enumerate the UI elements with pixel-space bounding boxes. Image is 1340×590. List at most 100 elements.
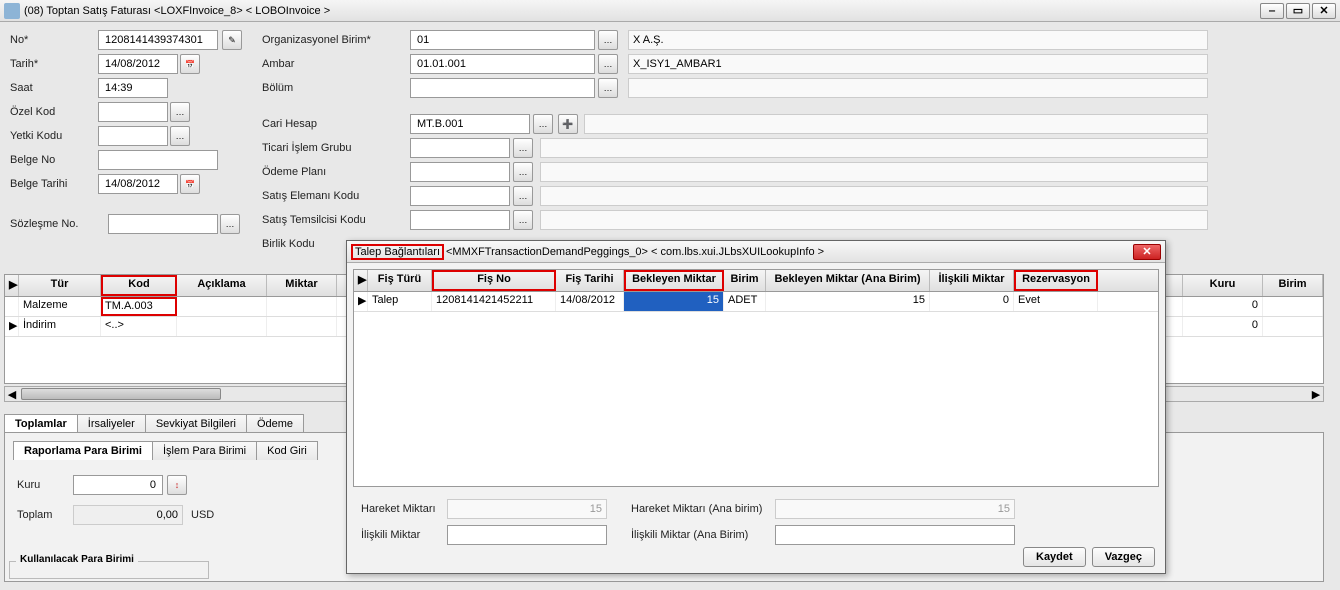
ozelkod-lookup-icon[interactable]: …: [170, 102, 190, 122]
dialog-title-prefix: Talep Bağlantıları: [351, 244, 444, 260]
col-birim[interactable]: Birim: [1263, 275, 1323, 296]
col-tur[interactable]: Tür: [19, 275, 101, 296]
orgbirim-display: X A.Ş.: [628, 30, 1208, 50]
carihesap-lookup-icon[interactable]: …: [533, 114, 553, 134]
birlikkodu-label: Birlik Kodu: [262, 238, 315, 250]
carihesap-input[interactable]: [410, 114, 530, 134]
bolum-lookup-icon[interactable]: …: [598, 78, 618, 98]
close-button[interactable]: ✕: [1312, 3, 1336, 19]
sozlesmeno-lookup-icon[interactable]: …: [220, 214, 240, 234]
belgeno-input[interactable]: [98, 150, 218, 170]
kuru-label: Kuru: [17, 479, 40, 491]
satiseleman-input[interactable]: [410, 186, 510, 206]
subtab-raporlama[interactable]: Raporlama Para Birimi: [13, 441, 153, 460]
ambar-input[interactable]: [410, 54, 595, 74]
dcol-birim[interactable]: Birim: [724, 270, 766, 291]
dcol-bekleyenana[interactable]: Bekleyen Miktar (Ana Birim): [766, 270, 930, 291]
dialog-titlebar: Talep Bağlantıları <MMXFTransactionDeman…: [347, 241, 1165, 263]
vazgec-button[interactable]: Vazgeç: [1092, 547, 1155, 567]
yetkikodu-lookup-icon[interactable]: …: [170, 126, 190, 146]
minimize-button[interactable]: ‒: [1260, 3, 1284, 19]
ticariisl-input[interactable]: [410, 138, 510, 158]
carihesap-new-icon[interactable]: ➕: [558, 114, 578, 134]
hareketmiktar-label: Hareket Miktarı: [361, 503, 436, 515]
bolum-label: Bölüm: [262, 82, 293, 94]
satistemsilci-input[interactable]: [410, 210, 510, 230]
orgbirim-input[interactable]: [410, 30, 595, 50]
tab-toplamlar[interactable]: Toplamlar: [4, 414, 78, 433]
belgetarihi-input[interactable]: [98, 174, 178, 194]
toplam-label: Toplam: [17, 509, 52, 521]
saat-label: Saat: [10, 82, 33, 94]
orgbirim-lookup-icon[interactable]: …: [598, 30, 618, 50]
iliskilimiktarana-input[interactable]: [775, 525, 1015, 545]
sozlesmeno-label: Sözleşme No.: [10, 218, 78, 230]
iliskilimiktarana-label: İlişkili Miktar (Ana Birim): [631, 529, 748, 541]
dcol-fistarihi[interactable]: Fiş Tarihi: [556, 270, 624, 291]
dialog-title-rest: <MMXFTransactionDemandPeggings_0> < com.…: [446, 246, 824, 258]
ozelkod-label: Özel Kod: [10, 106, 55, 118]
app-icon: [4, 3, 20, 19]
satistemsilci-lookup-icon[interactable]: …: [513, 210, 533, 230]
col-kuru[interactable]: Kuru: [1183, 275, 1263, 296]
odemeplani-input[interactable]: [410, 162, 510, 182]
kuru-input[interactable]: [73, 475, 163, 495]
bolum-display: [628, 78, 1208, 98]
dcol-iliskili[interactable]: İlişkili Miktar: [930, 270, 1014, 291]
orgbirim-label: Organizasyonel Birim*: [262, 34, 371, 46]
subtab-kodgiri[interactable]: Kod Giri: [256, 441, 318, 460]
odemeplani-lookup-icon[interactable]: …: [513, 162, 533, 182]
satiseleman-label: Satış Elemanı Kodu: [262, 190, 359, 202]
subtab-islem[interactable]: İşlem Para Birimi: [152, 441, 257, 460]
dcol-rezervasyon[interactable]: Rezervasyon: [1014, 270, 1098, 291]
iliskilimiktar-input[interactable]: [447, 525, 607, 545]
satiseleman-display: [540, 186, 1208, 206]
carihesap-label: Cari Hesap: [262, 118, 317, 130]
tab-odeme[interactable]: Ödeme: [246, 414, 304, 433]
ozelkod-input[interactable]: [98, 102, 168, 122]
hareketmiktar-value: 15: [447, 499, 607, 519]
satistemsilci-display: [540, 210, 1208, 230]
bolum-input[interactable]: [410, 78, 595, 98]
yetkikodu-label: Yetki Kodu: [10, 130, 62, 142]
dcol-bekleyen[interactable]: Bekleyen Miktar: [624, 270, 724, 291]
tab-sevkiyat[interactable]: Sevkiyat Bilgileri: [145, 414, 247, 433]
hareketmiktarana-label: Hareket Miktarı (Ana birim): [631, 503, 762, 515]
dialog-grid[interactable]: ▶ Fiş Türü Fiş No Fiş Tarihi Bekleyen Mi…: [353, 269, 1159, 487]
belgeno-label: Belge No: [10, 154, 55, 166]
window-titlebar: (08) Toptan Satış Faturası <LOXFInvoice_…: [0, 0, 1340, 22]
table-row[interactable]: ▶ Talep 1208141421452211 14/08/2012 15 A…: [354, 292, 1158, 312]
iliskilimiktar-label: İlişkili Miktar: [361, 529, 420, 541]
satiseleman-lookup-icon[interactable]: …: [513, 186, 533, 206]
col-miktar[interactable]: Miktar: [267, 275, 337, 296]
hareketmiktarana-value: 15: [775, 499, 1015, 519]
tarih-input[interactable]: [98, 54, 178, 74]
tab-irsaliyeler[interactable]: İrsaliyeler: [77, 414, 146, 433]
col-kod[interactable]: Kod: [101, 275, 177, 296]
no-new-icon[interactable]: ✎: [222, 30, 242, 50]
no-input[interactable]: [98, 30, 218, 50]
col-aciklama[interactable]: Açıklama: [177, 275, 267, 296]
odemeplani-display: [540, 162, 1208, 182]
ambar-lookup-icon[interactable]: …: [598, 54, 618, 74]
satistemsilci-label: Satış Temsilcisi Kodu: [262, 214, 366, 226]
tarih-date-icon[interactable]: 📅: [180, 54, 200, 74]
bottom-tabs: Toplamlar İrsaliyeler Sevkiyat Bilgileri…: [4, 414, 303, 433]
lookup-dialog: Talep Bağlantıları <MMXFTransactionDeman…: [346, 240, 1166, 574]
ticariisl-lookup-icon[interactable]: …: [513, 138, 533, 158]
belgetarihi-date-icon[interactable]: 📅: [180, 174, 200, 194]
dialog-close-button[interactable]: ✕: [1133, 244, 1161, 260]
sozlesmeno-input[interactable]: [108, 214, 218, 234]
dcol-fisturu[interactable]: Fiş Türü: [368, 270, 432, 291]
ambar-display: X_ISY1_AMBAR1: [628, 54, 1208, 74]
belgetarihi-label: Belge Tarihi: [10, 178, 67, 190]
kuru-rate-icon[interactable]: ↕: [167, 475, 187, 495]
dcol-fisno[interactable]: Fiş No: [432, 270, 556, 291]
saat-input[interactable]: [98, 78, 168, 98]
ticariisl-label: Ticari İşlem Grubu: [262, 142, 351, 154]
yetkikodu-input[interactable]: [98, 126, 168, 146]
window-title: (08) Toptan Satış Faturası <LOXFInvoice_…: [24, 5, 1258, 17]
kaydet-button[interactable]: Kaydet: [1023, 547, 1086, 567]
no-label: No*: [10, 34, 28, 46]
restore-button[interactable]: ▭: [1286, 3, 1310, 19]
